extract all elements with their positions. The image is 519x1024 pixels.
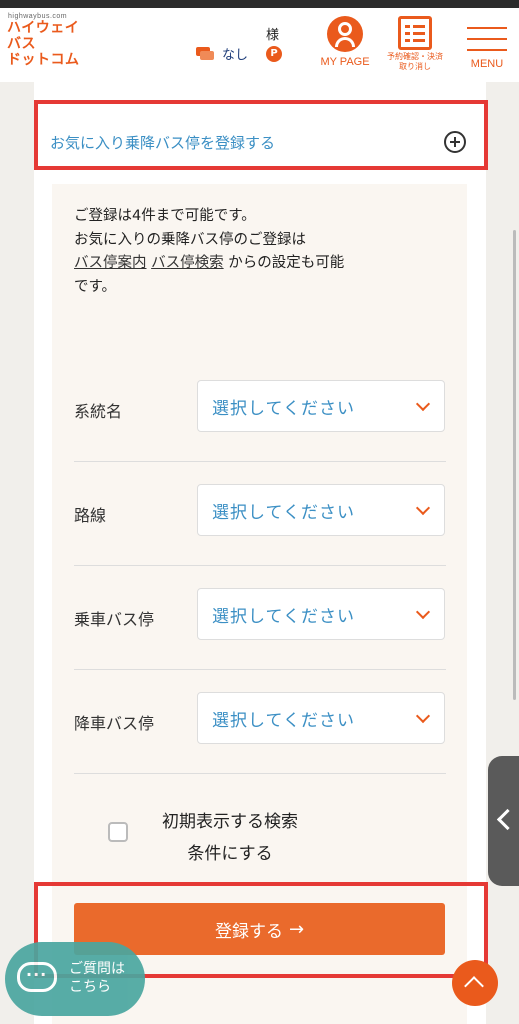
note-line-3: バス停案内 バス停検索 からの設定も可能 (74, 252, 454, 276)
chevron-down-icon (415, 500, 431, 516)
help-line-1: ご質問は (69, 961, 125, 977)
menu-label: MENU (470, 58, 504, 70)
logo-line-2: バス (7, 36, 36, 52)
user-icon (327, 16, 363, 52)
form-row-route-name: 系統名 選択してください (74, 358, 446, 462)
help-chat-button[interactable]: ご質問は こちら (5, 942, 145, 1016)
line-select[interactable]: 選択してください (197, 484, 445, 536)
scrollbar[interactable] (513, 230, 516, 700)
mypage-button[interactable]: MY PAGE (316, 16, 374, 68)
form-row-alighting-stop: 降車バス停 選択してください (74, 670, 446, 774)
select-value: 選択してください (212, 502, 355, 523)
menu-button[interactable]: MENU (462, 18, 512, 70)
reservation-label: 予約確認・決済 取り消し (378, 52, 452, 72)
note-line-4: です。 (74, 278, 117, 295)
mypage-label: MY PAGE (320, 56, 370, 68)
logo-line-1: ハイウェイ (7, 20, 80, 36)
help-line-2: こちら (69, 979, 111, 995)
checkbox-label-line-2: 条件にする (187, 844, 273, 864)
note-line-2: お気に入りの乗降バス停のご登録は (74, 231, 306, 248)
boarding-stop-select[interactable]: 選択してください (197, 588, 445, 640)
alighting-stop-select[interactable]: 選択してください (197, 692, 445, 744)
default-search-checkbox-label[interactable]: 初期表示する検索 条件にする (140, 806, 320, 870)
default-search-checkbox[interactable] (108, 822, 128, 842)
bus-stop-search-link[interactable]: バス停検索 (151, 255, 224, 271)
alighting-stop-label: 降車バス停 (74, 713, 155, 733)
bus-stop-guide-link[interactable]: バス停案内 (74, 255, 147, 271)
site-logo[interactable]: ハイウェイ バス ドットコム (7, 20, 87, 68)
select-value: 選択してください (212, 398, 355, 419)
registration-note: ご登録は4件まで可能です。 お気に入りの乗降バス停のご登録は バス停案内 バス停… (74, 205, 454, 299)
select-value: 選択してください (212, 710, 355, 731)
help-chat-label: ご質問は こちら (69, 960, 125, 996)
hamburger-icon (467, 27, 507, 51)
route-name-select[interactable]: 選択してください (197, 380, 445, 432)
cards-icon (196, 46, 216, 61)
boarding-stop-label: 乗車バス停 (74, 609, 155, 629)
reservation-label-line-2: 取り消し (399, 62, 431, 71)
chevron-down-icon (415, 708, 431, 724)
points-info: なし P (196, 44, 283, 63)
logo-line-3: ドットコム (7, 52, 80, 68)
points-icon: P (266, 45, 283, 62)
reservation-button[interactable]: 予約確認・決済 取り消し (378, 16, 452, 72)
user-honorific: 様 (266, 28, 280, 43)
form-row-boarding-stop: 乗車バス停 選択してください (74, 566, 446, 670)
checkbox-label-line-1: 初期表示する検索 (162, 812, 298, 832)
scroll-to-top-button[interactable] (452, 960, 498, 1006)
form-row-line: 路線 選択してください (74, 462, 446, 566)
logo-url: highwaybus.com (8, 13, 68, 20)
select-value: 選択してください (212, 606, 355, 627)
note-line-3-suffix: からの設定も可能 (223, 255, 345, 271)
site-header: highwaybus.com ハイウェイ バス ドットコム 様 なし P MY … (0, 8, 519, 82)
highlight-frame-favorites (34, 100, 488, 170)
points-value: なし (222, 48, 249, 63)
reservation-label-line-1: 予約確認・決済 (387, 52, 443, 61)
list-icon (398, 16, 432, 50)
chevron-down-icon (415, 396, 431, 412)
route-name-label: 系統名 (74, 401, 123, 421)
line-label: 路線 (74, 505, 107, 525)
chat-bubble-icon (17, 962, 57, 992)
note-line-1: ご登録は4件まで可能です。 (74, 208, 256, 224)
chevron-down-icon (415, 604, 431, 620)
side-drawer-handle[interactable] (488, 756, 519, 886)
status-bar (0, 0, 519, 8)
